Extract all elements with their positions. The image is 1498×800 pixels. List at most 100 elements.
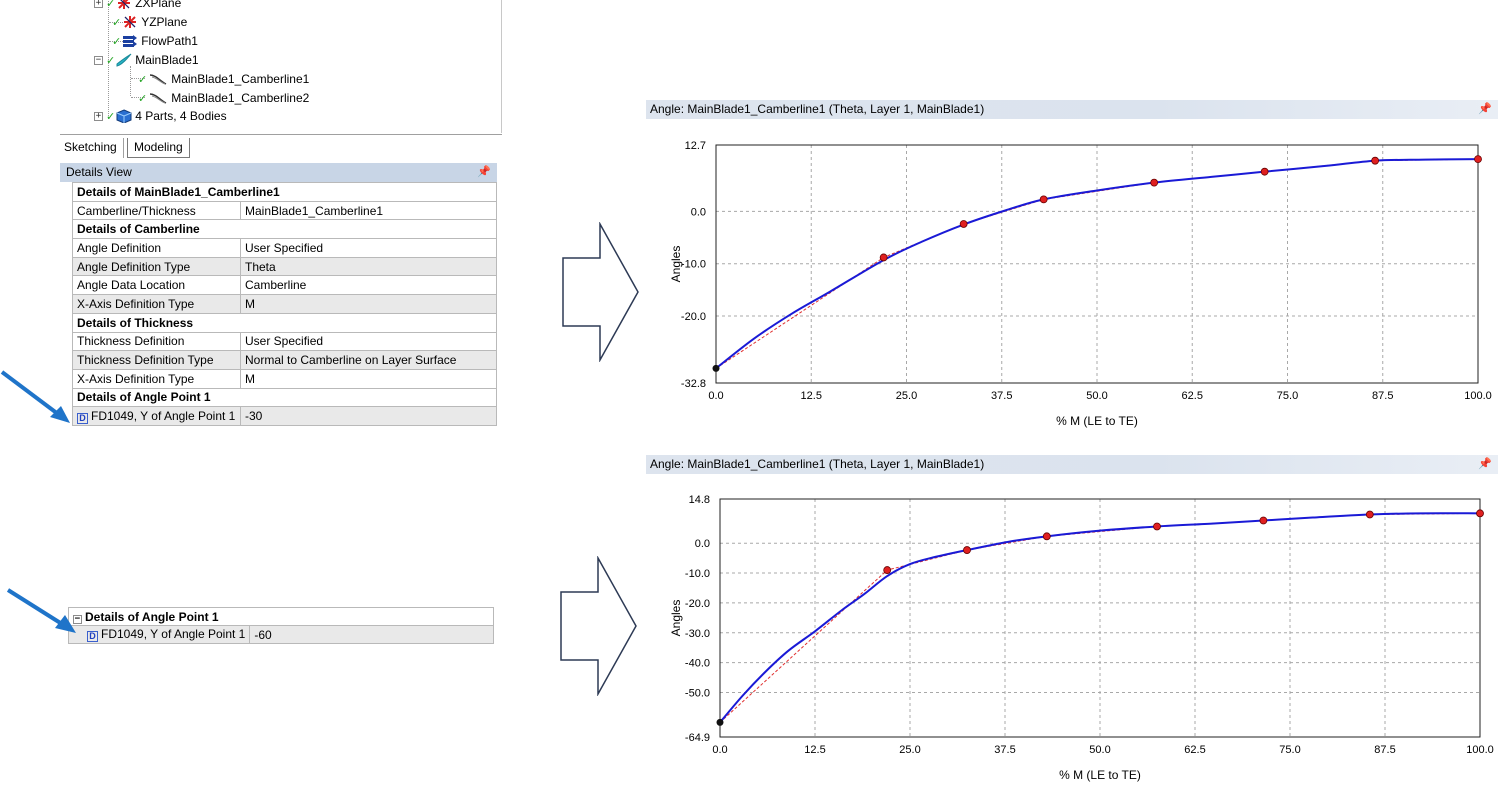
details-section-row[interactable]: Details of Camberline <box>72 219 497 240</box>
property-key: D FD1049, Y of Angle Point 1 <box>72 406 241 426</box>
check-icon: ✓ <box>106 0 116 10</box>
control-point[interactable] <box>1150 178 1159 187</box>
tab-modeling[interactable]: Modeling <box>127 138 190 158</box>
property-value[interactable]: M <box>240 368 497 389</box>
details-table-small: − Details of Angle Point 1 D FD1049, Y of … <box>67 607 494 644</box>
tree-item-label: ZXPlane <box>135 0 182 10</box>
property-value[interactable]: User Specified <box>240 331 497 352</box>
details-section-row[interactable]: Details of Thickness <box>72 312 497 333</box>
x-tick-label: 25.0 <box>896 390 917 402</box>
y-axis-label: Angles <box>669 600 683 637</box>
expand-plus-icon[interactable]: + <box>94 0 103 8</box>
property-key: Angle Definition Type <box>72 256 241 277</box>
x-axis-label: % M (LE to TE) <box>1056 414 1138 428</box>
x-tick-label: 62.5 <box>1182 390 1203 402</box>
expand-plus-icon[interactable]: + <box>94 111 103 121</box>
y-tick-label: -50.0 <box>685 688 710 700</box>
details-view-title: Details View <box>66 165 132 179</box>
control-point[interactable] <box>879 253 888 262</box>
curve-icon <box>150 93 167 104</box>
property-value[interactable]: Theta <box>240 256 497 277</box>
tab-sketching[interactable]: Sketching <box>58 138 124 158</box>
property-value[interactable]: M <box>240 294 497 314</box>
x-tick-label: 12.5 <box>804 744 825 756</box>
details-param-row[interactable]: D FD1049, Y of Angle Point 1 -30 <box>72 406 497 426</box>
tree-item-flowpath1[interactable]: ✓ FlowPath1 <box>112 32 198 50</box>
param-value[interactable]: -60 <box>254 628 271 642</box>
control-point[interactable] <box>1474 155 1482 164</box>
property-value[interactable]: Camberline <box>240 275 497 296</box>
check-icon: ✓ <box>112 35 122 48</box>
details-property-row[interactable]: Angle Definition User Specified <box>72 238 497 258</box>
x-tick-label: 37.5 <box>991 390 1012 402</box>
x-tick-label: 100.0 <box>1464 390 1492 402</box>
property-key: Angle Data Location <box>72 275 241 296</box>
section-label: Details of Angle Point 1 <box>72 387 497 408</box>
y-tick-label: -20.0 <box>685 598 710 610</box>
tree-item-label: YZPlane <box>141 15 188 29</box>
control-point[interactable] <box>1260 167 1269 176</box>
details-property-row[interactable]: X-Axis Definition Type M <box>72 294 497 314</box>
x-axis-label: % M (LE to TE) <box>1059 768 1141 782</box>
check-icon: ✓ <box>112 16 122 29</box>
control-point[interactable] <box>1153 522 1161 531</box>
details-section-row[interactable]: Details of MainBlade1_Camberline1 <box>72 182 497 202</box>
check-icon: ✓ <box>106 110 116 123</box>
property-key: Thickness Definition Type <box>72 350 241 370</box>
chart-header: Angle: MainBlade1_Camberline1 (Theta, La… <box>646 455 1498 474</box>
property-value[interactable]: User Specified <box>240 238 497 258</box>
check-icon: ✓ <box>138 73 148 86</box>
chart-title: Angle: MainBlade1_Camberline1 (Theta, La… <box>650 102 985 116</box>
control-point[interactable] <box>1042 532 1051 541</box>
details-section-angle-point[interactable]: − Details of Angle Point 1 <box>68 607 494 626</box>
details-section-row[interactable]: Details of Angle Point 1 <box>72 387 497 408</box>
x-tick-label: 12.5 <box>801 390 822 402</box>
param-key: FD1049, Y of Angle Point 1 <box>91 408 236 423</box>
control-point[interactable] <box>1365 510 1374 519</box>
details-property-row[interactable]: Thickness Definition Type Normal to Cambe… <box>72 350 497 370</box>
x-tick-label: 62.5 <box>1184 744 1205 756</box>
details-property-row[interactable]: X-Axis Definition Type M <box>72 368 497 389</box>
x-tick-label: 25.0 <box>899 744 920 756</box>
collapse-minus-icon[interactable]: − <box>94 55 103 65</box>
details-property-row[interactable]: Thickness Definition User Specified <box>72 331 497 352</box>
property-value[interactable]: MainBlade1_Camberline1 <box>240 200 497 221</box>
tree-item-camberline1[interactable]: ✓ MainBlade1_Camberline1 <box>138 70 309 88</box>
control-point[interactable] <box>1039 195 1048 204</box>
details-property-row[interactable]: Angle Definition Type Theta <box>72 256 497 277</box>
details-property-row[interactable]: Camberline/Thickness MainBlade1_Camberlin… <box>72 200 497 221</box>
tree-item-yzplane[interactable]: ✓ YZPlane <box>112 13 187 31</box>
tree-item-mainblade1[interactable]: − ✓ MainBlade1 <box>94 51 199 69</box>
control-point[interactable] <box>959 220 968 228</box>
check-icon: ✓ <box>138 92 148 105</box>
y-tick-label: -10.0 <box>685 568 710 580</box>
control-point[interactable] <box>1259 516 1268 525</box>
property-value[interactable]: Normal to Camberline on Layer Surface <box>240 350 497 370</box>
pin-icon[interactable]: 📌 <box>1478 102 1492 115</box>
y-tick-label: 0.0 <box>695 538 710 550</box>
blade-icon <box>116 53 132 67</box>
control-point[interactable] <box>716 718 724 726</box>
tree-item-camberline2[interactable]: ✓ MainBlade1_Camberline2 <box>138 89 309 107</box>
angle-chart-2[interactable]: 0.0 12.5 25.0 37.5 50.0 62.5 75.0 87.5 100.0 14.8… <box>646 475 1498 797</box>
tree-item-zxplane[interactable]: + ✓ ZXPlane <box>94 0 181 12</box>
property-value[interactable]: -30 <box>240 406 497 426</box>
pin-icon[interactable]: 📌 <box>1478 457 1492 470</box>
check-icon: ✓ <box>106 54 116 67</box>
angle-chart-1[interactable]: 0.0 12.5 25.0 37.5 50.0 62.5 75.0 87.5 100.0 12.7… <box>646 120 1498 435</box>
details-param-row[interactable]: D FD1049, Y of Angle Point 1 -60 <box>67 625 494 644</box>
details-property-row[interactable]: Angle Data Location Camberline <box>72 275 497 296</box>
x-tick-label: 75.0 <box>1279 744 1300 756</box>
control-point[interactable] <box>963 546 971 554</box>
control-point[interactable] <box>1371 156 1380 165</box>
control-point[interactable] <box>712 364 720 372</box>
y-tick-label: 14.8 <box>689 494 710 506</box>
details-view-header: Details View 📌 <box>60 163 497 182</box>
tree-item-parts[interactable]: + ✓ 4 Parts, 4 Bodies <box>94 107 227 125</box>
control-point[interactable] <box>1476 509 1484 518</box>
control-point[interactable] <box>883 566 892 574</box>
x-tick-label: 0.0 <box>712 744 727 756</box>
pin-icon[interactable]: 📌 <box>477 165 491 178</box>
x-tick-label: 0.0 <box>708 390 723 402</box>
annotation-arrow-icon <box>0 370 70 423</box>
